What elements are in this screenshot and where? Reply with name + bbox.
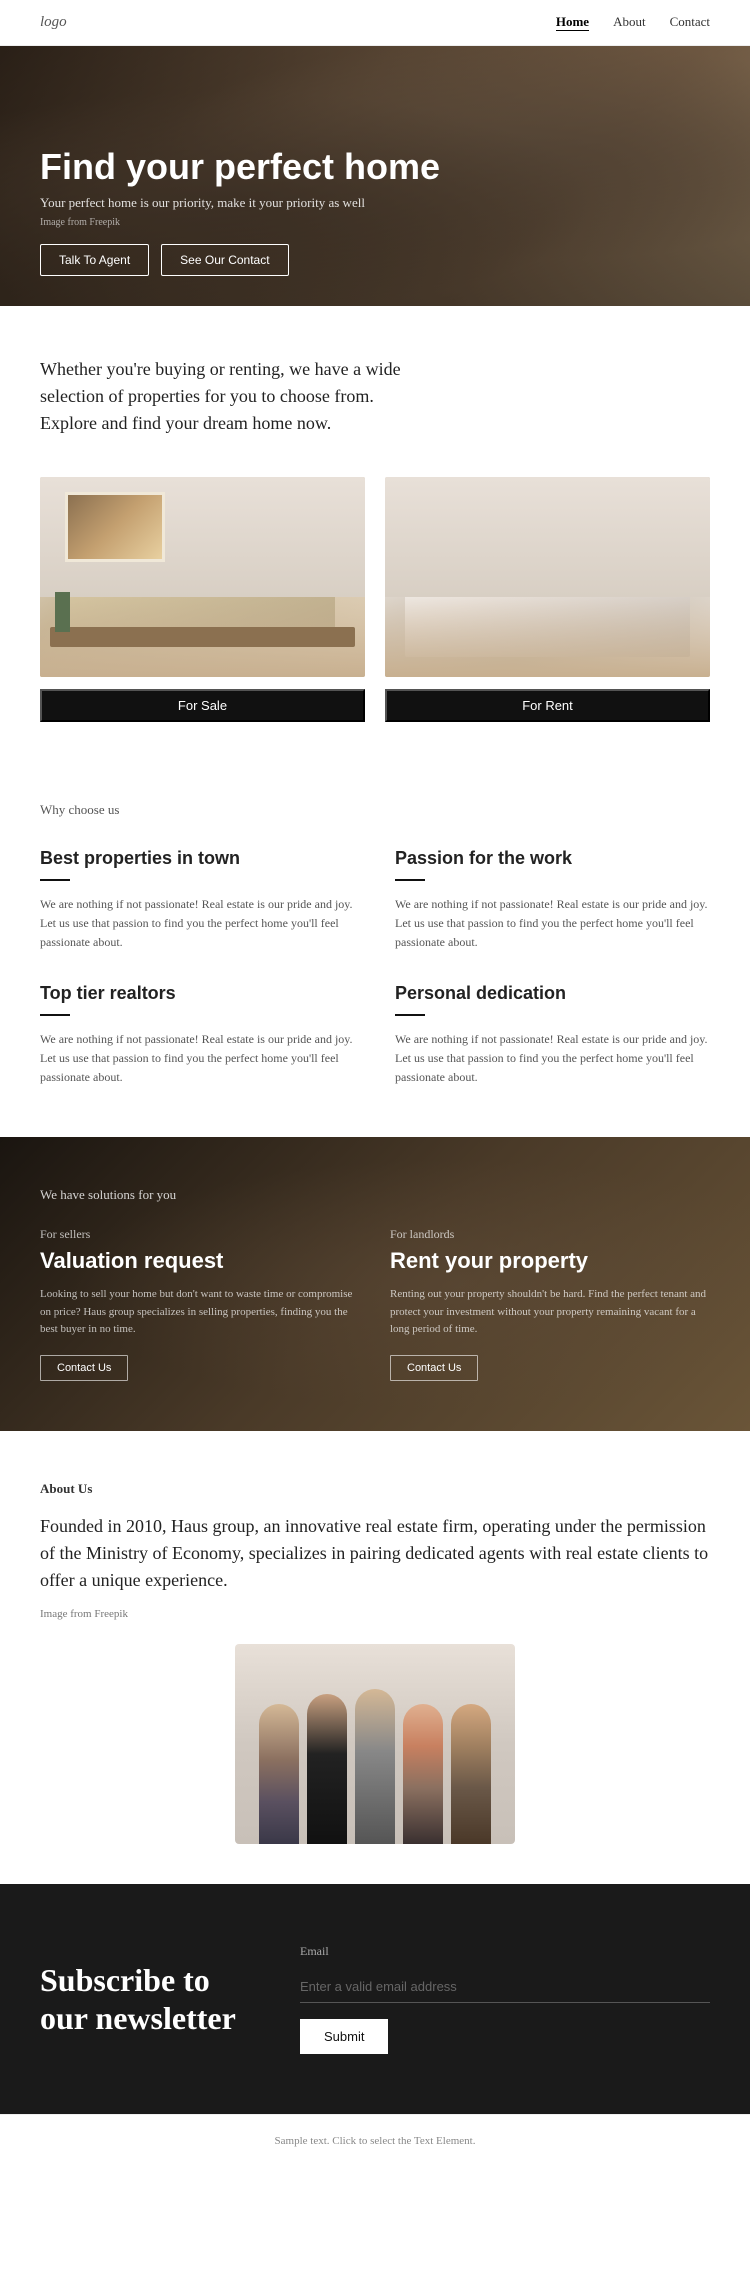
room-artwork-decor	[65, 492, 165, 562]
room-console-decor	[50, 627, 355, 647]
why-desc-3: We are nothing if not passionate! Real e…	[395, 1030, 710, 1088]
solution-landlords: For landlords Rent your property Renting…	[390, 1227, 710, 1381]
why-title-2: Top tier realtors	[40, 983, 355, 1004]
why-desc-1: We are nothing if not passionate! Real e…	[395, 895, 710, 953]
why-title-1: Passion for the work	[395, 848, 710, 869]
team-member-2	[307, 1694, 347, 1844]
hero-buttons: Talk To Agent See Our Contact	[40, 244, 710, 276]
team-photo	[235, 1644, 515, 1844]
property-sale-card: For Sale	[40, 477, 365, 722]
for-sale-button[interactable]: For Sale	[40, 689, 365, 722]
hero-title: Find your perfect home	[40, 146, 710, 187]
solution-sellers-desc: Looking to sell your home but don't want…	[40, 1286, 360, 1339]
submit-button[interactable]: Submit	[300, 2019, 388, 2054]
solutions-section: We have solutions for you For sellers Va…	[0, 1137, 750, 1431]
logo: logo	[40, 14, 67, 31]
why-item-2: Top tier realtors We are nothing if not …	[40, 983, 355, 1088]
for-rent-button[interactable]: For Rent	[385, 689, 710, 722]
nav-home[interactable]: Home	[556, 14, 589, 31]
hero-subtitle: Your perfect home is our priority, make …	[40, 195, 710, 211]
why-divider-0	[40, 879, 70, 881]
hero-content: Find your perfect home Your perfect home…	[40, 146, 710, 276]
solutions-label: We have solutions for you	[40, 1187, 710, 1203]
property-sale-image	[40, 477, 365, 677]
navbar: logo Home About Contact	[0, 0, 750, 46]
property-cards: For Sale For Rent	[0, 467, 750, 762]
solution-landlords-title: Rent your property	[390, 1248, 710, 1274]
property-rent-image	[385, 477, 710, 677]
newsletter-form: Email Submit	[300, 1944, 710, 2054]
room-wall2-decor	[385, 477, 710, 597]
team-figures	[235, 1644, 515, 1844]
see-contact-button[interactable]: See Our Contact	[161, 244, 288, 276]
why-grid: Best properties in town We are nothing i…	[40, 848, 710, 1087]
solution-sellers-category: For sellers	[40, 1227, 360, 1242]
why-item-1: Passion for the work We are nothing if n…	[395, 848, 710, 953]
nav-contact[interactable]: Contact	[670, 14, 710, 31]
why-desc-2: We are nothing if not passionate! Real e…	[40, 1030, 355, 1088]
why-title-0: Best properties in town	[40, 848, 355, 869]
solutions-grid: For sellers Valuation request Looking to…	[40, 1227, 710, 1381]
intro-section: Whether you're buying or renting, we hav…	[0, 306, 750, 467]
why-section: Why choose us Best properties in town We…	[0, 762, 750, 1137]
why-divider-2	[40, 1014, 70, 1016]
solution-sellers-title: Valuation request	[40, 1248, 360, 1274]
about-section: About Us Founded in 2010, Haus group, an…	[0, 1431, 750, 1884]
contact-us-sellers-button[interactable]: Contact Us	[40, 1355, 128, 1381]
why-divider-1	[395, 879, 425, 881]
why-item-3: Personal dedication We are nothing if no…	[395, 983, 710, 1088]
solutions-content: We have solutions for you For sellers Va…	[40, 1187, 710, 1381]
solution-landlords-desc: Renting out your property shouldn't be h…	[390, 1286, 710, 1339]
about-label: About Us	[40, 1481, 710, 1497]
contact-us-landlords-button[interactable]: Contact Us	[390, 1355, 478, 1381]
email-label: Email	[300, 1944, 710, 1959]
hero-section: Find your perfect home Your perfect home…	[0, 46, 750, 306]
team-member-5	[451, 1704, 491, 1844]
team-member-1	[259, 1704, 299, 1844]
solution-landlords-category: For landlords	[390, 1227, 710, 1242]
team-member-3	[355, 1689, 395, 1844]
intro-text: Whether you're buying or renting, we hav…	[40, 356, 420, 437]
why-label: Why choose us	[40, 802, 710, 818]
room-plant-decor	[55, 592, 70, 632]
hero-image-credit: Image from Freepik	[40, 217, 710, 228]
footer-sample-text: Sample text. Click to select the Text El…	[275, 2135, 476, 2147]
nav-about[interactable]: About	[613, 14, 646, 31]
solution-sellers: For sellers Valuation request Looking to…	[40, 1227, 360, 1381]
newsletter-title: Subscribe to our newsletter	[40, 1961, 240, 2038]
nav-links: Home About Contact	[556, 14, 710, 31]
team-member-4	[403, 1704, 443, 1844]
why-item-0: Best properties in town We are nothing i…	[40, 848, 355, 953]
why-title-3: Personal dedication	[395, 983, 710, 1004]
newsletter-section: Subscribe to our newsletter Email Submit	[0, 1884, 750, 2114]
why-desc-0: We are nothing if not passionate! Real e…	[40, 895, 355, 953]
footer-note: Sample text. Click to select the Text El…	[0, 2114, 750, 2167]
about-text: Founded in 2010, Haus group, an innovati…	[40, 1513, 710, 1594]
room-floor2-decor	[385, 597, 710, 677]
property-rent-card: For Rent	[385, 477, 710, 722]
email-input[interactable]	[300, 1971, 710, 2003]
talk-to-agent-button[interactable]: Talk To Agent	[40, 244, 149, 276]
why-divider-3	[395, 1014, 425, 1016]
about-image-credit: Image from Freepik	[40, 1608, 710, 1620]
